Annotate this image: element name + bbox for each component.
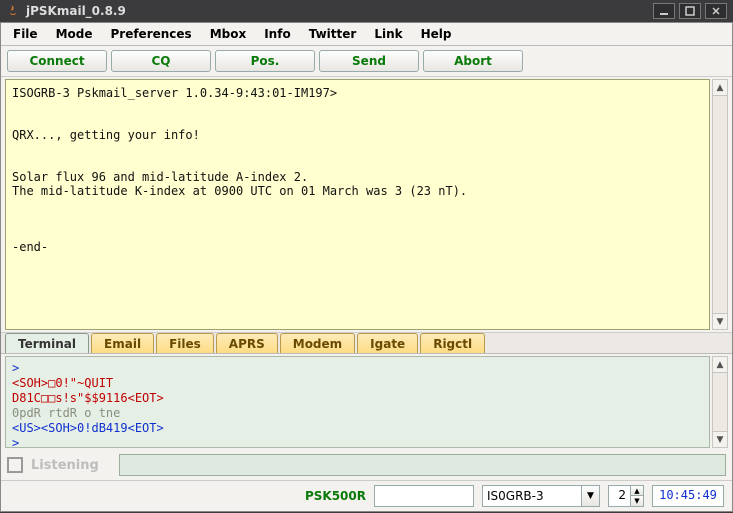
tx-input[interactable] (119, 454, 726, 476)
log-line: > (12, 436, 703, 448)
menu-twitter[interactable]: Twitter (301, 25, 365, 43)
tab-files[interactable]: Files (156, 333, 214, 353)
listening-label: Listening (31, 458, 111, 473)
spinner-down-icon[interactable]: ▼ (631, 496, 643, 506)
menu-link[interactable]: Link (366, 25, 410, 43)
log-line: > (12, 361, 703, 376)
java-icon (6, 4, 20, 18)
status-field[interactable] (374, 485, 474, 507)
app-window: File Mode Preferences Mbox Info Twitter … (0, 22, 733, 512)
terminal-output[interactable]: ISOGRB-3 Pskmail_server 1.0.34-9:43:01-I… (5, 79, 710, 330)
spinner[interactable]: 2 ▲ ▼ (608, 485, 644, 507)
status-bar: PSK500R IS0GRB-3 ▼ 2 ▲ ▼ 10:45:49 (1, 480, 732, 511)
main-area: ISOGRB-3 Pskmail_server 1.0.34-9:43:01-I… (1, 77, 732, 333)
log-scrollbar[interactable]: ▲ ▼ (712, 356, 728, 448)
log-output[interactable]: > <SOH>□0!"~QUIT D81C□□s!s"$$9116<EOT> 0… (5, 356, 710, 448)
menu-mode[interactable]: Mode (48, 25, 101, 43)
pos-button[interactable]: Pos. (215, 50, 315, 72)
menu-mbox[interactable]: Mbox (202, 25, 255, 43)
scroll-up-icon[interactable]: ▲ (713, 80, 727, 96)
log-line: 0pdR rtdR o tne (12, 406, 703, 421)
log-line: <SOH>□0!"~QUIT (12, 376, 703, 391)
log-line: <US><SOH>0!dB419<EOT> (12, 421, 703, 436)
log-line: D81C□□s!s"$$9116<EOT> (12, 391, 703, 406)
spinner-up-icon[interactable]: ▲ (631, 486, 643, 496)
menu-file[interactable]: File (5, 25, 46, 43)
tab-modem[interactable]: Modem (280, 333, 355, 353)
chevron-down-icon[interactable]: ▼ (582, 485, 600, 507)
clock: 10:45:49 (652, 485, 724, 507)
tab-bar: Terminal Email Files APRS Modem Igate Ri… (1, 333, 732, 354)
log-area: > <SOH>□0!"~QUIT D81C□□s!s"$$9116<EOT> 0… (1, 354, 732, 450)
scroll-up-icon[interactable]: ▲ (713, 357, 727, 373)
terminal-scrollbar[interactable]: ▲ ▼ (712, 79, 728, 330)
tab-rigctl[interactable]: Rigctl (420, 333, 485, 353)
window-title: jPSKmail_0.8.9 (26, 4, 653, 18)
abort-button[interactable]: Abort (423, 50, 523, 72)
scroll-down-icon[interactable]: ▼ (713, 431, 727, 447)
tab-email[interactable]: Email (91, 333, 154, 353)
tab-igate[interactable]: Igate (357, 333, 418, 353)
listen-checkbox[interactable] (7, 457, 23, 473)
close-button[interactable] (705, 3, 727, 19)
tab-terminal[interactable]: Terminal (5, 333, 89, 353)
connect-button[interactable]: Connect (7, 50, 107, 72)
spinner-value: 2 (608, 485, 630, 507)
titlebar: jPSKmail_0.8.9 (0, 0, 733, 22)
cq-button[interactable]: CQ (111, 50, 211, 72)
scroll-down-icon[interactable]: ▼ (713, 313, 727, 329)
spinner-buttons: ▲ ▼ (630, 485, 644, 507)
minimize-button[interactable] (653, 3, 675, 19)
callsign-value: IS0GRB-3 (482, 485, 582, 507)
menu-preferences[interactable]: Preferences (102, 25, 199, 43)
menubar: File Mode Preferences Mbox Info Twitter … (1, 23, 732, 46)
toolbar: Connect CQ Pos. Send Abort (1, 46, 732, 77)
input-row: Listening (1, 450, 732, 480)
mode-label: PSK500R (305, 489, 366, 503)
tab-aprs[interactable]: APRS (216, 333, 278, 353)
window-controls (653, 3, 727, 19)
menu-help[interactable]: Help (413, 25, 460, 43)
menu-info[interactable]: Info (256, 25, 298, 43)
maximize-button[interactable] (679, 3, 701, 19)
send-button[interactable]: Send (319, 50, 419, 72)
callsign-select[interactable]: IS0GRB-3 ▼ (482, 485, 600, 507)
